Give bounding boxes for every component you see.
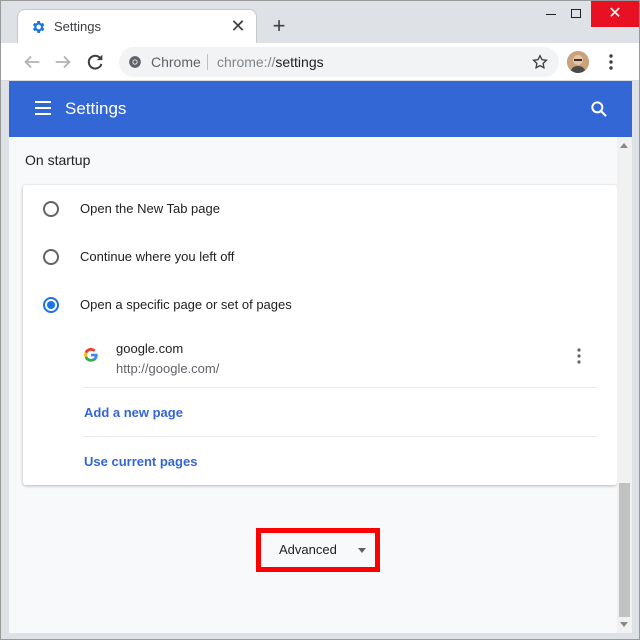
reload-icon[interactable] <box>84 51 106 73</box>
radio-button[interactable] <box>43 201 59 217</box>
tab-settings[interactable]: Settings ✕ <box>17 9 257 43</box>
radio-label: Open a specific page or set of pages <box>80 297 292 312</box>
radio-button-checked[interactable] <box>43 297 59 313</box>
more-options-icon[interactable] <box>571 347 587 365</box>
address-bar[interactable]: Chrome chrome://settings <box>119 47 559 77</box>
omnibox-separator <box>207 54 208 70</box>
forward-arrow-icon[interactable] <box>52 51 74 73</box>
caret-down-icon <box>358 548 366 553</box>
avatar-icon <box>567 51 589 73</box>
startup-page-url: http://google.com/ <box>116 361 220 376</box>
use-current-pages-link[interactable]: Use current pages <box>84 454 197 469</box>
radio-label: Open the New Tab page <box>80 201 220 216</box>
hamburger-menu-icon[interactable] <box>35 101 51 115</box>
chrome-menu-icon[interactable] <box>601 52 621 72</box>
chrome-icon <box>129 56 141 68</box>
tab-title: Settings <box>54 19 101 34</box>
startup-page-entry: google.com http://google.com/ <box>23 329 617 387</box>
divider <box>83 387 597 388</box>
radio-label: Continue where you left off <box>80 249 235 264</box>
close-window-button[interactable]: ✕ <box>591 1 639 27</box>
bookmark-star-icon[interactable] <box>531 53 549 71</box>
page-title: Settings <box>65 99 127 118</box>
add-new-page-link[interactable]: Add a new page <box>84 405 183 420</box>
browser-window: Settings ✕ + ✕ Chrome chrome://settings … <box>0 0 640 640</box>
startup-card: Open the New Tab page Continue where you… <box>23 185 617 485</box>
scroll-down-arrow-icon[interactable] <box>620 622 628 627</box>
url-path: settings <box>275 54 324 70</box>
profile-avatar[interactable] <box>567 51 589 73</box>
radio-option-specific-pages[interactable]: Open a specific page or set of pages <box>23 281 617 329</box>
radio-option-new-tab[interactable]: Open the New Tab page <box>23 185 617 233</box>
scroll-up-arrow-icon[interactable] <box>620 143 628 148</box>
new-tab-button[interactable]: + <box>267 15 291 39</box>
tab-strip: Settings ✕ + ✕ <box>1 1 639 43</box>
settings-content: On startup Open the New Tab page Continu… <box>9 137 617 633</box>
radio-option-continue[interactable]: Continue where you left off <box>23 233 617 281</box>
gear-icon <box>33 21 45 33</box>
browser-toolbar: Chrome chrome://settings <box>1 43 639 81</box>
site-label: Chrome <box>151 54 201 70</box>
radio-button[interactable] <box>43 249 59 265</box>
advanced-button[interactable]: Advanced <box>267 538 369 562</box>
search-icon[interactable] <box>589 99 609 119</box>
back-arrow-icon[interactable] <box>21 51 43 73</box>
maximize-icon <box>571 9 581 18</box>
url-scheme: chrome:// <box>217 54 276 70</box>
url-text: chrome://settings <box>217 54 324 70</box>
scrollbar-thumb[interactable] <box>619 483 630 617</box>
google-favicon-icon <box>84 347 98 362</box>
advanced-highlight-box: Advanced <box>256 528 380 572</box>
startup-page-name: google.com <box>116 341 184 356</box>
section-title: On startup <box>25 152 91 168</box>
advanced-label: Advanced <box>279 542 337 557</box>
close-tab-icon[interactable]: ✕ <box>230 17 246 35</box>
divider <box>83 436 597 437</box>
scrollbar[interactable] <box>617 137 632 633</box>
settings-header: Settings <box>9 81 632 137</box>
